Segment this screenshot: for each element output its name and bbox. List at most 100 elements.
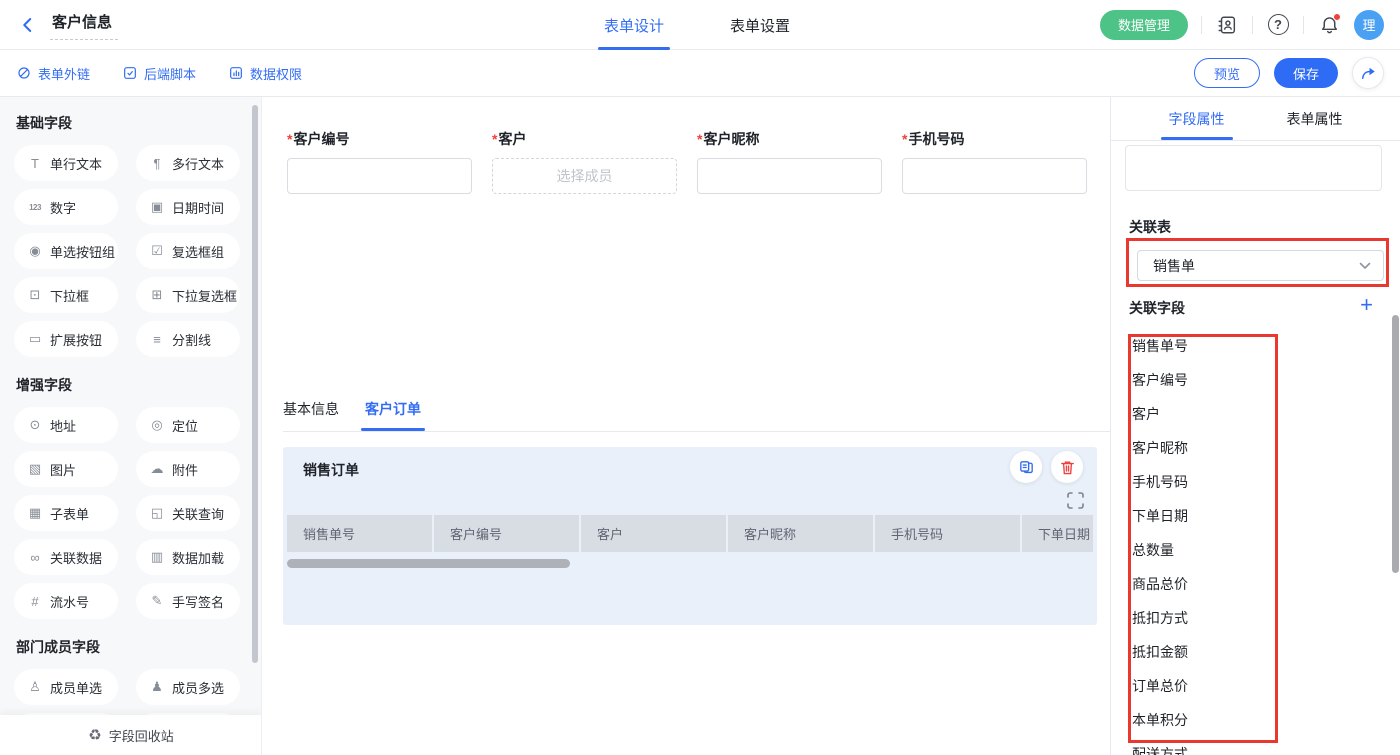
sidebar-field-grid: ⊙地址 ◎定位 ▧图片 ☁附件 ▦子表单 ◱关联查询 ∞关联数据 ▥ 数据加载 #流水号 ✎手写签名	[14, 407, 261, 619]
form-toolbar: 表单外链 后端脚本 数据权限 预览 保存	[0, 50, 1400, 97]
related-field-item[interactable]: 抵扣方式	[1130, 601, 1276, 635]
field-input[interactable]: 选择成员	[492, 158, 677, 194]
divider	[1252, 16, 1253, 34]
related-field-item[interactable]: 下单日期	[1130, 499, 1276, 533]
sidebar-item-member-single[interactable]: ♙成员单选	[14, 669, 118, 705]
related-field-item[interactable]: 订单总价	[1130, 669, 1276, 703]
back-icon[interactable]	[16, 13, 40, 37]
data-load-icon: ▥	[149, 549, 165, 565]
subform-widget[interactable]: 销售订单	[283, 447, 1097, 625]
related-table-select[interactable]: 销售单	[1137, 250, 1384, 281]
field-input[interactable]	[287, 158, 472, 194]
sidebar-item-image[interactable]: ▧图片	[14, 451, 118, 487]
related-field-item[interactable]: 客户昵称	[1130, 431, 1276, 465]
sidebar-field-grid: T单行文本 ¶多行文本 123 数字 ▣日期时间 ◉单选按钮组 ☑复选框组 ⊡下拉框 ⊞下拉复选…	[14, 145, 261, 357]
subform-column-header: 下单日期	[1022, 515, 1093, 552]
expand-corners-icon[interactable]	[1067, 492, 1084, 509]
tab-form-settings[interactable]: 表单设置	[724, 0, 796, 50]
topbar: 客户信息 表单设计 表单设置 数据管理 ?	[0, 0, 1400, 50]
sidebar-item-data-load[interactable]: ▥ 数据加载	[136, 539, 240, 575]
linked-query-icon: ◱	[149, 505, 165, 521]
field-palette-sidebar: 基础字段T单行文本¶多行文本123数字▣日期时间◉单选按钮组☑复选框组⊡下拉框⊞…	[0, 97, 262, 755]
backend-script-button[interactable]: 后端脚本	[122, 64, 196, 83]
inspector-scrollbar[interactable]	[1392, 315, 1399, 573]
signature-icon: ✎	[149, 593, 165, 609]
related-field-item[interactable]: 本单积分	[1130, 703, 1276, 737]
sidebar-item-location[interactable]: ◎定位	[136, 407, 240, 443]
related-field-item[interactable]: 配送方式	[1130, 737, 1276, 755]
share-button[interactable]	[1352, 57, 1384, 89]
sidebar-item-dropdown[interactable]: ⊡下拉框	[14, 277, 118, 313]
canvas-tabs: 基本信息 客户订单	[283, 397, 1110, 432]
sidebar-item-number[interactable]: 123 数字	[14, 189, 118, 225]
dropdown-multi-icon: ⊞	[149, 287, 165, 303]
copy-button[interactable]	[1010, 451, 1042, 483]
form-title[interactable]: 客户信息	[50, 9, 118, 40]
related-field-item[interactable]: 销售单号	[1130, 329, 1276, 363]
divider-icon: ≡	[149, 332, 165, 347]
inspector-panel: 字段属性 表单属性 关联表 销售单 关联字段 + 销售单号客户编号客户客户昵称手…	[1110, 97, 1400, 755]
save-button[interactable]: 保存	[1274, 58, 1338, 88]
tab-customer-orders[interactable]: 客户订单	[365, 397, 421, 431]
sidebar-item-dropdown-multi[interactable]: ⊞下拉复选框	[136, 277, 240, 313]
sidebar-item-radio-group[interactable]: ◉单选按钮组	[14, 233, 118, 269]
add-field-icon[interactable]: +	[1360, 294, 1373, 316]
external-link-button[interactable]: 表单外链	[16, 64, 90, 83]
avatar[interactable]: 理	[1354, 10, 1384, 40]
canvas-field[interactable]: *客户选择成员	[492, 129, 677, 194]
notification-bell-icon[interactable]	[1317, 13, 1341, 37]
related-field-item[interactable]: 手机号码	[1130, 465, 1276, 499]
sidebar-item-address[interactable]: ⊙地址	[14, 407, 118, 443]
related-field-item[interactable]: 总数量	[1130, 533, 1276, 567]
field-input[interactable]	[902, 158, 1087, 194]
required-asterisk: *	[287, 131, 292, 147]
tab-basic-info[interactable]: 基本信息	[283, 397, 339, 431]
related-field-list: 销售单号客户编号客户客户昵称手机号码下单日期总数量商品总价抵扣方式抵扣金额订单总…	[1130, 329, 1276, 755]
sidebar-section: 增强字段⊙地址◎定位▧图片☁附件▦子表单◱关联查询∞关联数据▥数据加载#流水号✎…	[14, 375, 261, 619]
canvas-field[interactable]: *客户编号	[287, 129, 472, 194]
related-field-item[interactable]: 商品总价	[1130, 567, 1276, 601]
number-icon: 123	[27, 203, 43, 212]
sidebar-item-linked-data[interactable]: ∞关联数据	[14, 539, 118, 575]
sidebar-item-extend-button[interactable]: ▭扩展按钮	[14, 321, 118, 357]
help-icon[interactable]: ?	[1266, 13, 1290, 37]
sidebar-item-single-line-text[interactable]: T单行文本	[14, 145, 118, 181]
field-recycle-button[interactable]: ♻ 字段回收站	[0, 715, 262, 755]
sidebar-item-multi-line-text[interactable]: ¶多行文本	[136, 145, 240, 181]
data-manage-button[interactable]: 数据管理	[1100, 10, 1188, 40]
tab-form-design[interactable]: 表单设计	[598, 0, 670, 50]
sidebar-item-serial-number[interactable]: #流水号	[14, 583, 118, 619]
sidebar-item-subform[interactable]: ▦子表单	[14, 495, 118, 531]
subform-scrollbar[interactable]	[287, 559, 570, 568]
field-input[interactable]	[697, 158, 882, 194]
canvas-field[interactable]: *手机号码	[902, 129, 1087, 194]
canvas-field-row: *客户编号 *客户选择成员 *客户昵称 *手机号码	[287, 129, 1087, 194]
sidebar-item-divider[interactable]: ≡分割线	[136, 321, 240, 357]
sidebar-item-attachment[interactable]: ☁附件	[136, 451, 240, 487]
sidebar-item-label: 数字	[50, 198, 76, 217]
backend-script-icon	[122, 65, 138, 81]
related-field-item[interactable]: 抵扣金额	[1130, 635, 1276, 669]
field-description-input[interactable]	[1125, 145, 1382, 191]
canvas-field[interactable]: *客户昵称	[697, 129, 882, 194]
form-designer-app: 客户信息 表单设计 表单设置 数据管理 ?	[0, 0, 1400, 755]
sidebar-item-signature[interactable]: ✎手写签名	[136, 583, 240, 619]
sidebar-item-label: 数据加载	[172, 548, 224, 567]
delete-button[interactable]	[1051, 451, 1083, 483]
sidebar-item-member-multi[interactable]: ♟成员多选	[136, 669, 240, 705]
sidebar-item-linked-query[interactable]: ◱关联查询	[136, 495, 240, 531]
tab-form-properties[interactable]: 表单属性	[1279, 97, 1351, 140]
tab-field-properties[interactable]: 字段属性	[1161, 97, 1233, 140]
sidebar-scrollbar[interactable]	[252, 105, 258, 663]
sidebar-item-label: 复选框组	[172, 242, 224, 261]
contacts-icon[interactable]	[1215, 13, 1239, 37]
related-field-item[interactable]: 客户	[1130, 397, 1276, 431]
sidebar-item-datetime[interactable]: ▣日期时间	[136, 189, 240, 225]
data-permission-button[interactable]: 数据权限	[228, 64, 302, 83]
preview-button[interactable]: 预览	[1194, 58, 1260, 88]
related-field-item[interactable]: 客户编号	[1130, 363, 1276, 397]
dropdown-icon: ⊡	[27, 287, 43, 303]
sidebar-item-checkbox-group[interactable]: ☑复选框组	[136, 233, 240, 269]
subform-header-row: 销售单号客户编号客户客户昵称手机号码下单日期	[287, 515, 1093, 552]
subform-column-header: 手机号码	[875, 515, 1020, 552]
